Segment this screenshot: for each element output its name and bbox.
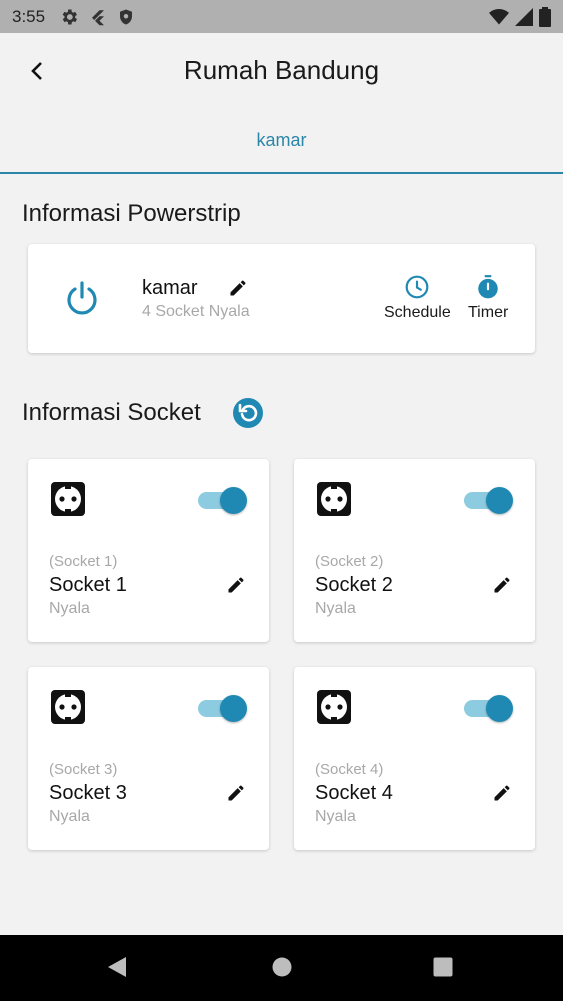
schedule-button[interactable]: Schedule <box>384 274 451 322</box>
recents-square-icon <box>433 957 453 977</box>
status-icons-right <box>489 6 551 27</box>
app-bar: Rumah Bandung <box>0 33 563 108</box>
flutter-icon <box>92 9 105 25</box>
page-title: Rumah Bandung <box>183 55 380 85</box>
power-icon <box>67 281 97 315</box>
socket-id: (Socket 4) <box>315 761 384 778</box>
socket-section-title: Informasi Socket <box>22 399 201 426</box>
socket-outlet-icon <box>50 481 86 522</box>
back-triangle-icon <box>108 957 126 977</box>
edit-socket-button[interactable] <box>226 783 246 808</box>
socket-outlet-icon <box>50 689 86 730</box>
socket-toggle[interactable] <box>464 695 514 722</box>
powerstrip-subtitle: 4 Socket Nyala <box>142 303 250 320</box>
clock-icon <box>405 275 429 299</box>
socket-id: (Socket 3) <box>49 761 118 778</box>
socket-toggle[interactable] <box>464 487 514 514</box>
system-nav-bar <box>0 935 563 1001</box>
stopwatch-icon <box>478 275 498 299</box>
edit-socket-button[interactable] <box>492 783 512 808</box>
powerstrip-card: kamar 4 Socket Nyala Schedule Timer <box>28 244 535 353</box>
socket-card: (Socket 4) Socket 4 Nyala <box>294 667 535 850</box>
socket-name: Socket 3 <box>49 782 127 804</box>
socket-status: Nyala <box>49 808 90 825</box>
nav-recents-button[interactable] <box>432 955 454 984</box>
signal-icon <box>515 7 533 26</box>
socket-name: Socket 4 <box>315 782 393 804</box>
timer-button[interactable]: Timer <box>468 274 508 322</box>
tab-bar: kamar <box>0 108 563 174</box>
socket-card: (Socket 3) Socket 3 Nyala <box>28 667 269 850</box>
shield-icon <box>120 9 133 24</box>
socket-outlet-icon <box>316 481 352 522</box>
pencil-icon <box>230 280 246 296</box>
socket-card: (Socket 1) Socket 1 Nyala <box>28 459 269 642</box>
status-time: 3:55 <box>12 6 46 26</box>
tab-kamar[interactable]: kamar <box>0 130 563 151</box>
edit-socket-button[interactable] <box>492 575 512 600</box>
socket-status: Nyala <box>315 600 356 617</box>
socket-id: (Socket 1) <box>49 553 118 570</box>
home-circle-icon <box>272 957 292 977</box>
edit-powerstrip-button[interactable] <box>228 278 248 303</box>
socket-status: Nyala <box>49 600 90 617</box>
timer-label: Timer <box>468 304 509 321</box>
nav-back-button[interactable] <box>106 955 128 984</box>
powerstrip-name: kamar <box>142 277 198 299</box>
wifi-icon <box>489 8 509 24</box>
schedule-label: Schedule <box>384 304 451 321</box>
nav-home-button[interactable] <box>271 955 293 984</box>
pencil-icon <box>494 785 510 801</box>
edit-socket-button[interactable] <box>226 575 246 600</box>
pencil-icon <box>494 577 510 593</box>
socket-status: Nyala <box>315 808 356 825</box>
status-bar: 3:55 <box>0 0 563 33</box>
battery-icon <box>539 6 551 27</box>
socket-toggle[interactable] <box>198 695 248 722</box>
socket-toggle[interactable] <box>198 487 248 514</box>
refresh-icon <box>233 398 263 428</box>
gear-icon <box>62 9 78 24</box>
socket-id: (Socket 2) <box>315 553 384 570</box>
status-icons-left <box>59 7 135 27</box>
pencil-icon <box>228 577 244 593</box>
socket-card: (Socket 2) Socket 2 Nyala <box>294 459 535 642</box>
pencil-icon <box>228 785 244 801</box>
powerstrip-section-title: Informasi Powerstrip <box>22 200 241 227</box>
socket-outlet-icon <box>316 689 352 730</box>
socket-name: Socket 2 <box>315 574 393 596</box>
power-button[interactable] <box>64 280 100 321</box>
refresh-button[interactable] <box>232 397 264 434</box>
socket-name: Socket 1 <box>49 574 127 596</box>
